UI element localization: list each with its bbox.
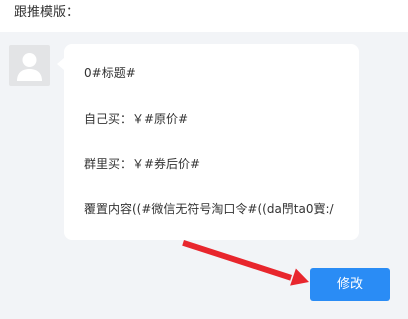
template-preview-panel: 0#标题# 自己买：￥#原价# 群里买：￥#券后价# 覆置内容((#微信无符号淘…: [0, 32, 408, 319]
message-bubble: 0#标题# 自己买：￥#原价# 群里买：￥#券后价# 覆置内容((#微信无符号淘…: [57, 44, 359, 240]
message-password-line: 覆置内容((#微信无符号淘口令#((da閅ta0寳:/: [84, 202, 334, 216]
message-coupon-price-line: 群里买：￥#券后价#: [84, 157, 201, 171]
message-original-price-line: 自己买：￥#原价#: [84, 112, 189, 126]
message-title-line: 0#标题#: [84, 66, 136, 80]
user-icon: [9, 45, 50, 86]
template-section-label: 跟推模版：: [14, 5, 80, 20]
edit-button[interactable]: 修改: [310, 268, 390, 301]
